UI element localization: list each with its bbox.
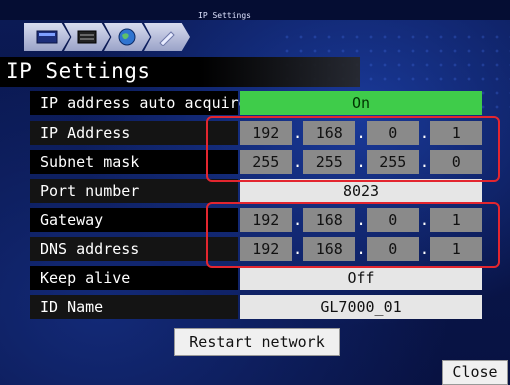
breadcrumb-label: IP Settings bbox=[198, 11, 251, 20]
keep-alive-toggle[interactable]: Off bbox=[240, 266, 482, 290]
restart-network-button[interactable]: Restart network bbox=[174, 328, 340, 356]
highlight-box-gateway-dns bbox=[206, 202, 500, 268]
server-icon bbox=[77, 30, 97, 44]
highlight-box-ip-subnet bbox=[206, 116, 500, 182]
top-bar bbox=[0, 0, 510, 20]
port-number-field[interactable]: 8023 bbox=[240, 179, 482, 203]
breadcrumb bbox=[24, 23, 190, 55]
breadcrumb-step-ip-settings[interactable] bbox=[144, 23, 190, 51]
monitor-icon bbox=[36, 30, 58, 44]
breadcrumb-step-server[interactable] bbox=[64, 23, 110, 51]
breadcrumb-step-monitor[interactable] bbox=[24, 23, 70, 51]
id-name-field[interactable]: GL7000_01 bbox=[240, 295, 482, 319]
label-port-number: Port number bbox=[30, 179, 238, 203]
globe-icon bbox=[118, 28, 136, 46]
pen-icon bbox=[159, 31, 175, 46]
page-title: IP Settings bbox=[6, 59, 151, 83]
label-keep-alive: Keep alive bbox=[30, 266, 238, 290]
label-auto-acquire: IP address auto acquire bbox=[30, 91, 248, 115]
auto-acquire-toggle[interactable]: On bbox=[240, 91, 482, 115]
breadcrumb-step-network[interactable] bbox=[104, 23, 150, 51]
label-id-name: ID Name bbox=[30, 295, 238, 319]
close-button[interactable]: Close bbox=[442, 360, 508, 385]
